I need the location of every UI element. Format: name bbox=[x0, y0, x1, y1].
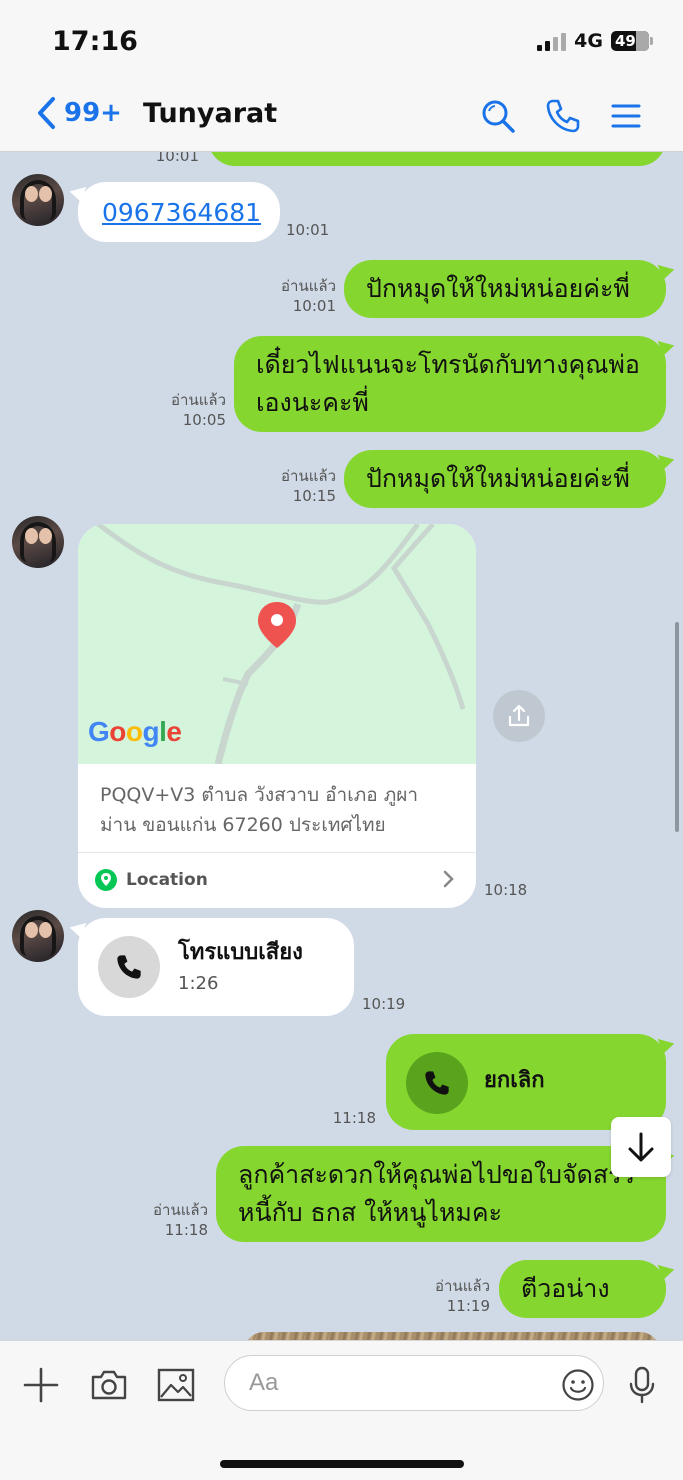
chevron-left-icon bbox=[38, 97, 55, 129]
plus-icon bbox=[23, 1367, 59, 1403]
map-preview[interactable]: Google bbox=[78, 524, 476, 765]
call-duration: 1:26 bbox=[178, 973, 219, 994]
phone-number-link[interactable]: 0967364681 bbox=[102, 198, 261, 227]
message-text-line: เองนะคะพี่ bbox=[256, 388, 369, 417]
address-line: PQQV+V3 ตำบล วังสวาบ อำเภอ ภูผา bbox=[100, 784, 419, 806]
location-card[interactable]: Google PQQV+V3 ตำบล วังสวาบ อำเภอ ภูผา ม… bbox=[78, 524, 476, 908]
message-input[interactable]: Aa bbox=[224, 1355, 604, 1411]
message-meta: อ่านแล้ว 10:15 bbox=[256, 466, 336, 506]
message-bubble-incoming[interactable]: 0967364681 bbox=[78, 182, 280, 242]
address-line: ม่าน ขอนแก่น 67260 ประเทศไทย bbox=[100, 814, 386, 836]
message-time: 10:18 bbox=[484, 881, 528, 899]
map-pin-icon bbox=[258, 602, 296, 648]
phone-icon bbox=[117, 955, 141, 979]
phone-icon bbox=[425, 1071, 449, 1095]
read-receipt: อ่านแล้ว bbox=[435, 1277, 490, 1295]
message-time: 10:01 bbox=[286, 221, 330, 239]
message-time: 10:05 bbox=[182, 411, 226, 429]
add-button[interactable] bbox=[19, 1363, 63, 1407]
message-time: 11:18 bbox=[164, 1221, 208, 1239]
message-bubble-outgoing[interactable]: ปักหมุดให้ใหม่หน่อยค่ะพี่ bbox=[344, 450, 666, 508]
message-text-line: เดี๋ยวไฟแนนจะโทรนัดกับทางคุณพ่อ bbox=[256, 350, 640, 379]
avatar[interactable] bbox=[12, 174, 64, 226]
message-text: ปักหมุดให้ใหม่หน่อยค่ะพี่ bbox=[366, 274, 630, 303]
unread-count: 99+ bbox=[64, 98, 122, 128]
camera-button[interactable] bbox=[87, 1363, 131, 1407]
gallery-button[interactable] bbox=[154, 1363, 198, 1407]
message-meta: อ่านแล้ว 11:18 bbox=[128, 1200, 208, 1240]
image-message[interactable] bbox=[244, 1332, 660, 1340]
composer-bar: Aa bbox=[0, 1340, 683, 1480]
battery-level: 49 bbox=[615, 32, 636, 50]
message-time: 11:19 bbox=[446, 1297, 490, 1315]
network-type: 4G bbox=[574, 30, 603, 52]
message-time: 11:18 bbox=[332, 1109, 376, 1127]
read-receipt: อ่านแล้ว bbox=[153, 1201, 208, 1219]
read-receipt: อ่านแล้ว bbox=[281, 277, 336, 295]
message-meta: อ่านแล้ว 10:01 bbox=[256, 276, 336, 316]
share-icon bbox=[508, 704, 530, 727]
location-address: PQQV+V3 ตำบล วังสวาบ อำเภอ ภูผา ม่าน ขอน… bbox=[100, 780, 460, 840]
message-text: ตีวอน่าง bbox=[521, 1274, 610, 1303]
scroll-to-bottom-button[interactable] bbox=[611, 1117, 671, 1177]
location-pin-icon bbox=[95, 869, 117, 891]
top-bar: 17:16 4G 49 99+ Tunyarat bbox=[0, 0, 683, 152]
message-bubble-outgoing[interactable]: ลูกค้าสะดวกให้คุณพ่อไปขอใบจัดสรร หนี้กับ… bbox=[216, 1146, 666, 1242]
status-indicators: 4G 49 bbox=[537, 30, 653, 52]
menu-button[interactable] bbox=[606, 96, 646, 136]
call-title: โทรแบบเสียง bbox=[178, 940, 303, 965]
menu-icon bbox=[611, 104, 641, 128]
avatar[interactable] bbox=[12, 910, 64, 962]
signal-icon bbox=[537, 31, 567, 51]
share-button[interactable] bbox=[493, 690, 545, 742]
voice-input-button[interactable] bbox=[620, 1363, 664, 1407]
image-icon bbox=[157, 1368, 195, 1402]
read-receipt: อ่านแล้ว bbox=[281, 467, 336, 485]
voice-call-bubble[interactable]: โทรแบบเสียง 1:26 bbox=[78, 918, 354, 1016]
message-text-line: ลูกค้าสะดวกให้คุณพ่อไปขอใบจัดสรร bbox=[238, 1160, 636, 1189]
battery-icon: 49 bbox=[611, 31, 653, 51]
camera-icon bbox=[91, 1370, 127, 1400]
search-button[interactable] bbox=[478, 96, 518, 136]
avatar[interactable] bbox=[12, 516, 64, 568]
emoji-icon bbox=[562, 1369, 594, 1401]
arrow-down-icon bbox=[628, 1132, 654, 1162]
location-link[interactable]: Location bbox=[94, 868, 208, 892]
search-icon bbox=[482, 100, 515, 133]
scrollbar[interactable] bbox=[675, 622, 679, 832]
message-time: 10:19 bbox=[362, 995, 406, 1013]
phone-icon bbox=[546, 99, 580, 133]
chat-area[interactable]: 10:01 0967364681 10:01 อ่านแล้ว 10:01 ปั… bbox=[0, 152, 683, 1340]
message-time: 10:01 bbox=[155, 152, 199, 165]
microphone-icon bbox=[629, 1366, 655, 1404]
chevron-right-icon bbox=[443, 870, 454, 888]
cancelled-call-bubble[interactable]: ยกเลิก bbox=[386, 1034, 666, 1130]
chat-title: Tunyarat bbox=[143, 98, 278, 129]
map-logo: Google bbox=[88, 716, 182, 747]
message-text-line: หนี้กับ ธกส ให้หนูไหมคะ bbox=[238, 1198, 503, 1227]
message-meta: อ่านแล้ว 10:05 bbox=[146, 390, 226, 430]
back-button[interactable]: 99+ bbox=[36, 96, 122, 130]
emoji-button[interactable] bbox=[556, 1363, 600, 1407]
message-bubble-outgoing[interactable]: ปักหมุดให้ใหม่หน่อยค่ะพี่ bbox=[344, 260, 666, 318]
message-meta: อ่านแล้ว 11:19 bbox=[410, 1276, 490, 1316]
divider bbox=[78, 852, 476, 853]
message-time: 10:15 bbox=[292, 487, 336, 505]
call-button[interactable] bbox=[543, 96, 583, 136]
message-time: 10:01 bbox=[292, 297, 336, 315]
message-bubble-outgoing[interactable] bbox=[208, 152, 666, 166]
home-indicator bbox=[220, 1460, 464, 1468]
call-status: ยกเลิก bbox=[484, 1068, 545, 1093]
read-receipt: อ่านแล้ว bbox=[171, 391, 226, 409]
message-bubble-outgoing[interactable]: เดี๋ยวไฟแนนจะโทรนัดกับทางคุณพ่อ เองนะคะพ… bbox=[234, 336, 666, 432]
message-bubble-outgoing[interactable]: ตีวอน่าง bbox=[499, 1260, 666, 1318]
call-icon-circle bbox=[406, 1052, 468, 1114]
call-icon-circle bbox=[98, 936, 160, 998]
message-text: ปักหมุดให้ใหม่หน่อยค่ะพี่ bbox=[366, 464, 630, 493]
location-label: Location bbox=[126, 870, 208, 890]
status-time: 17:16 bbox=[52, 26, 138, 57]
